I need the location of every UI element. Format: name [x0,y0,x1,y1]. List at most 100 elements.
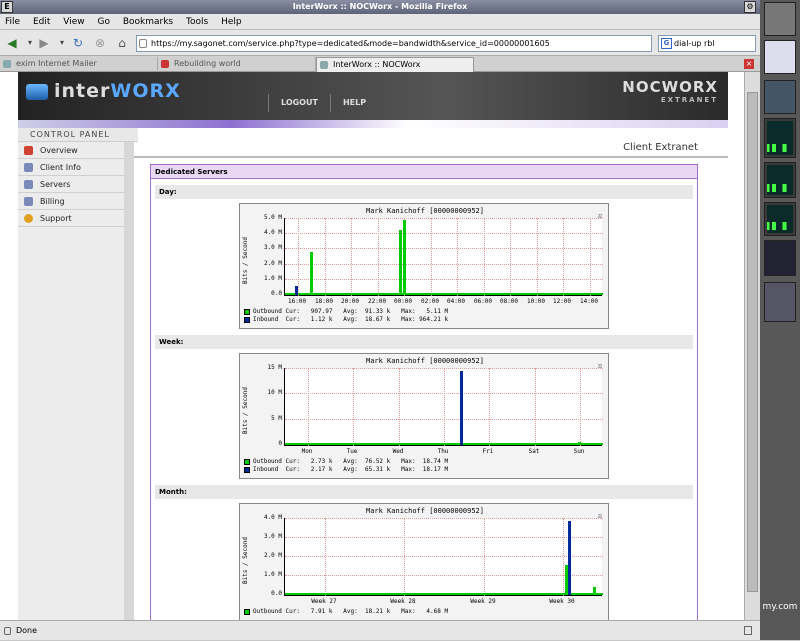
x-tick-label: Week 29 [470,598,496,605]
sidebar-item-support[interactable]: Support [18,210,124,227]
x-tick-label: Sun [573,448,585,455]
y-tick-label: 5.0 M [263,214,282,221]
tab-exim[interactable]: exim Internet Mailer [0,57,158,72]
status-lock-icon [4,627,11,635]
grid-line [325,218,326,296]
logo-accent: WORX [110,80,181,102]
forward-dropdown-icon[interactable]: ▾ [54,35,70,51]
grid-line [535,368,536,446]
tab-rebuilding[interactable]: Rebuilding world [158,57,316,72]
scrollbar-thumb[interactable] [747,92,758,592]
plot-area [284,368,603,446]
inbound-spike [295,286,298,295]
grid-line [285,279,603,280]
dock-app-icon[interactable] [764,80,796,114]
help-link[interactable]: HELP [329,94,378,112]
graph-title: Mark Kanichoff [00000000952] [365,507,484,515]
menu-view[interactable]: View [63,17,84,27]
page-title: Client Extranet [134,138,728,158]
logo-main: inter [54,80,111,102]
tab-favicon-icon [3,60,11,68]
forward-arrow-icon[interactable]: ▶ [36,35,52,51]
menu-help[interactable]: Help [221,17,242,27]
y-tick-label: 2.0 M [263,552,282,559]
window-manager-dock: my.com [760,0,800,640]
menu-tools[interactable]: Tools [186,17,208,27]
outbound-swatch [244,308,250,315]
menu-file[interactable]: File [5,17,20,27]
tab-label: exim Internet Mailer [16,59,97,68]
inbound-spike [568,521,571,595]
outbound-stats: Outbound Cur: 907.97 Avg: 91.33 k Max: 5… [253,308,449,315]
outbound-baseline [285,593,603,595]
menu-go[interactable]: Go [97,17,109,27]
window-gear-button[interactable]: ⚙ [744,1,756,13]
sidebar-item-billing[interactable]: Billing [18,193,124,210]
search-input[interactable]: G dial-up rbl [658,35,756,52]
sidebar-item-label: Servers [40,180,71,189]
inbound-spike [460,371,463,445]
back-arrow-icon[interactable]: ◀ [4,35,20,51]
home-icon[interactable]: ⌂ [114,35,130,51]
page-content: interWORX LOGOUT HELP NOCWORX EXTRANET CO… [0,72,760,620]
grid-line [285,218,603,219]
vertical-scrollbar[interactable] [744,72,760,620]
section-month: Month: [155,485,693,499]
grid-line [285,248,603,249]
dock-app-icon[interactable] [764,2,796,36]
grid-line [285,264,603,265]
tab-label: Rebuilding world [174,59,241,68]
inbound-legend: Inbound Cur: 2.17 k Avg: 65.31 k Max: 18… [244,466,604,474]
grid-line [285,575,603,576]
grid-line [563,518,564,596]
inbound-swatch [244,466,250,473]
stop-icon[interactable]: ⊗ [92,35,108,51]
url-bar[interactable]: https://my.sagonet.com/service.php?type=… [136,35,652,52]
grid-line [590,218,591,296]
logo-icon [26,83,48,100]
y-tick-label: 10 M [267,389,282,396]
noc-main: NOCWORX [622,78,718,96]
y-tick-label: 0.0 [271,590,282,597]
logout-link[interactable]: LOGOUT [268,94,330,112]
outbound-swatch [244,458,250,465]
outbound-spike [310,252,313,295]
client-info-icon [24,163,33,172]
grid-line [285,556,603,557]
inbound-swatch [244,316,250,323]
security-lock-icon[interactable] [744,626,752,635]
plot-area [284,218,603,296]
site-header: interWORX LOGOUT HELP NOCWORX EXTRANET [18,72,728,120]
inbound-legend: Inbound Cur: 1.12 k Avg: 18.67 k Max: 96… [244,316,604,324]
grid-line [444,368,445,446]
window-menu-button[interactable]: E [1,1,13,13]
reload-icon[interactable]: ↻ [70,35,86,51]
tab-interworx[interactable]: InterWorx :: NOCWorx [316,57,474,72]
grid-line [308,368,309,446]
menu-edit[interactable]: Edit [33,17,50,27]
search-engine-icon[interactable]: G [661,38,672,49]
noc-sub: EXTRANET [660,96,718,104]
header-nav: LOGOUT HELP [268,94,378,112]
dock-monitor-icon [764,202,796,236]
sidebar-item-label: Client Info [40,163,81,172]
dock-app-icon[interactable] [764,282,796,322]
nocworx-logo: NOCWORX EXTRANET [622,78,718,104]
y-tick-label: 5 M [271,415,282,422]
grid-line [489,368,490,446]
dock-monitor-icon [764,162,796,198]
grid-line [563,218,564,296]
menu-bookmarks[interactable]: Bookmarks [123,17,173,27]
x-tick-label: Week 27 [311,598,337,605]
sidebar-item-client-info[interactable]: Client Info [18,159,124,176]
grid-line [298,218,299,296]
day-bandwidth-graph: Mark Kanichoff [00000000952] Bits / Secon… [239,203,609,329]
sidebar-item-overview[interactable]: Overview [18,142,124,159]
dock-app-icon[interactable] [764,40,796,74]
sidebar-item-servers[interactable]: Servers [18,176,124,193]
x-tick-label: 20:00 [340,298,360,305]
grid-line [351,218,352,296]
close-tab-icon[interactable]: × [744,59,754,69]
outbound-stats: Outbound Cur: 2.73 k Avg: 76.52 k Max: 1… [253,458,449,465]
dedicated-servers-panel: Dedicated Servers Day: Mark Kanichoff [0… [150,164,698,620]
